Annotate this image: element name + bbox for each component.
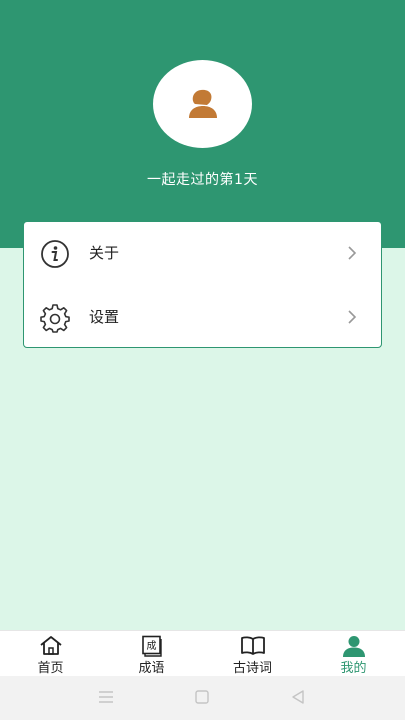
chevron-right-icon <box>348 246 357 260</box>
menu-item-about[interactable]: 关于 <box>24 222 381 284</box>
system-navigation-bar <box>0 676 405 720</box>
info-icon <box>41 240 69 268</box>
avatar[interactable] <box>153 60 252 148</box>
gear-icon <box>40 304 70 333</box>
open-book-icon <box>240 636 265 655</box>
idiom-book-icon: 成 <box>141 635 162 657</box>
tab-idioms[interactable]: 成 成语 <box>101 631 202 677</box>
menu-item-settings[interactable]: 设置 <box>24 286 381 348</box>
svg-text:成: 成 <box>146 640 156 652</box>
home-square-icon[interactable] <box>195 690 209 704</box>
tab-label: 首页 <box>37 661 64 676</box>
menu-item-label: 设置 <box>89 308 120 326</box>
chevron-right-icon <box>348 310 357 324</box>
days-together-text: 一起走过的第1天 <box>147 172 258 188</box>
person-icon <box>342 636 365 657</box>
profile-header: 一起走过的第1天 <box>0 0 405 248</box>
menu-card: 关于 设置 <box>23 221 382 348</box>
tab-label: 古诗词 <box>232 661 272 676</box>
tab-poetry[interactable]: 古诗词 <box>202 631 303 677</box>
tab-label: 成语 <box>138 661 165 676</box>
tab-label: 我的 <box>340 661 367 676</box>
home-icon <box>39 636 62 655</box>
bottom-tab-bar: 首页 成 成语 古诗词 我的 <box>0 630 405 676</box>
menu-item-label: 关于 <box>89 244 120 262</box>
user-avatar-icon <box>189 89 217 118</box>
menu-icon[interactable] <box>98 690 114 704</box>
tab-mine[interactable]: 我的 <box>303 631 404 677</box>
back-triangle-icon[interactable] <box>291 690 305 704</box>
tab-home[interactable]: 首页 <box>0 631 101 677</box>
